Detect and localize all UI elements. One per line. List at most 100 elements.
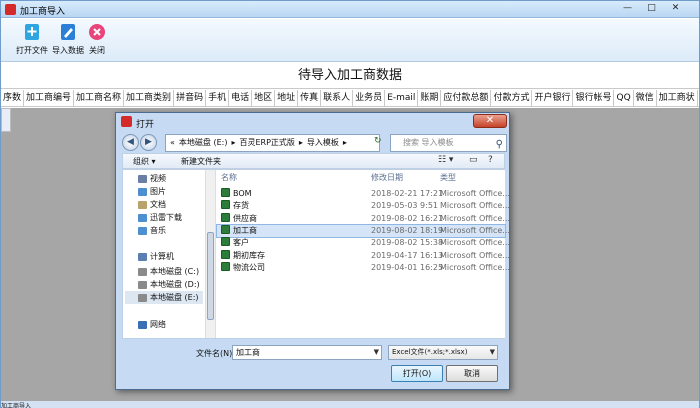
column-header[interactable]: 手机 — [206, 90, 230, 106]
file-row[interactable]: 物流公司 2019-04-01 16:25 Microsoft Office... — [217, 261, 510, 274]
column-header[interactable]: 银行帐号 — [573, 90, 615, 106]
file-row[interactable]: 客户 2019-08-02 15:38 Microsoft Office... — [217, 237, 510, 249]
minimize-button[interactable]: — — [621, 2, 634, 15]
column-header[interactable]: 账期 — [418, 90, 442, 106]
column-header-row: 序数 加工商编号 加工商名称 加工商类别 拼音码 手机 电话 地区 地址 传真 联系人 业务员 E-ma… — [1, 90, 699, 107]
column-header[interactable]: 加工商编号 — [24, 90, 75, 106]
file-row[interactable]: 存货 2019-05-03 9:51 Microsoft Office... — [217, 200, 510, 212]
type-column-header[interactable]: 类型 — [440, 172, 456, 183]
tree-item-label: 计算机 — [150, 252, 174, 261]
tree-item[interactable]: 视频 — [138, 172, 166, 185]
column-header[interactable]: QQ — [614, 90, 634, 106]
music-folder-icon — [138, 226, 147, 235]
column-header[interactable]: 传真 — [298, 90, 322, 106]
column-header[interactable]: 拼音码 — [174, 90, 207, 106]
breadcrumb-item[interactable]: 百灵ERP正式版 — [239, 138, 294, 147]
file-name-cell: 加工商 — [221, 224, 257, 237]
file-row[interactable]: BOM 2018-02-21 17:21 Microsoft Office... — [217, 188, 510, 200]
tree-item[interactable]: 图片 — [138, 185, 166, 198]
open-file-button[interactable]: 打开文件 — [12, 23, 52, 61]
tree-item[interactable]: 文档 — [138, 198, 166, 211]
excel-file-icon — [221, 261, 230, 271]
column-header[interactable]: 加工商类别 — [124, 90, 175, 106]
search-icon[interactable]: ⚲ — [496, 137, 503, 153]
column-header[interactable]: 序数 — [1, 90, 25, 106]
file-list: 名称 修改日期 类型 BOM 2018-02-21 17:21 Microsoft … — [216, 170, 510, 338]
column-header[interactable]: 地区 — [252, 90, 276, 106]
file-name-cell: 客户 — [221, 237, 249, 249]
organize-button[interactable]: 组织 ▾ — [133, 156, 156, 167]
file-row[interactable]: 期初库存 2019-04-17 16:13 Microsoft Office... — [217, 249, 510, 262]
new-folder-button[interactable]: 新建文件夹 — [181, 156, 221, 167]
search-placeholder: 搜索 导入模板 — [403, 138, 454, 147]
date-column-header[interactable]: 修改日期 — [371, 172, 403, 183]
dialog-title-bar[interactable]: 打开 ✕ — [116, 113, 509, 131]
dialog-close-button[interactable]: ✕ — [473, 114, 507, 128]
file-row[interactable]: 加工商 2019-08-02 18:19 Microsoft Office... — [216, 223, 510, 238]
tree-item[interactable]: 迅雷下载 — [138, 211, 182, 224]
scrollbar-thumb[interactable] — [207, 232, 214, 320]
column-header[interactable]: 业务员 — [353, 90, 386, 106]
address-bar[interactable]: «本地磁盘 (E:) ▸ 百灵ERP正式版 ▸ 导入模板 ▸ — [165, 134, 380, 152]
help-icon[interactable]: ? — [488, 155, 493, 165]
breadcrumb-separator[interactable]: ▸ — [299, 138, 303, 147]
tree-item[interactable]: 计算机 — [138, 250, 174, 263]
file-name: 客户 — [233, 238, 249, 248]
column-header[interactable]: 应付款总额 — [441, 90, 492, 106]
cancel-button[interactable]: 取消 — [446, 365, 498, 382]
file-name: 加工商 — [233, 225, 257, 235]
column-header[interactable]: 付款方式 — [491, 90, 533, 106]
tree-item[interactable]: 本地磁盘 (D:) — [138, 278, 200, 291]
tree-item-label: 本地磁盘 (D:) — [150, 280, 200, 289]
file-name-cell: 供应商 — [221, 212, 257, 225]
column-header[interactable]: E-mail — [385, 90, 419, 106]
column-header[interactable]: 加工商状 — [657, 90, 698, 106]
excel-file-icon — [221, 212, 230, 222]
filename-input[interactable]: 加工商 ▼ — [232, 345, 382, 360]
column-header[interactable]: 开户银行 — [532, 90, 574, 106]
tree-item[interactable]: 本地磁盘 (E:) — [125, 291, 203, 304]
search-input[interactable]: 搜索 导入模板 ⚲ — [390, 134, 507, 152]
excel-file-icon — [221, 188, 230, 197]
chevron-down-icon[interactable]: ▼ — [374, 346, 379, 359]
column-header[interactable]: 微信 — [634, 90, 657, 106]
column-header[interactable]: 电话 — [229, 90, 253, 106]
breadcrumb-separator[interactable]: « — [170, 138, 175, 147]
row-header[interactable] — [1, 108, 11, 132]
title-bar[interactable]: 加工商导入 — □ ✕ — [1, 1, 699, 18]
preview-pane-icon[interactable]: ▭ — [469, 155, 478, 165]
refresh-icon[interactable]: ↻ — [374, 136, 386, 148]
breadcrumb-item[interactable]: 本地磁盘 (E:) — [179, 138, 228, 147]
file-date: 2019-08-02 18:19 — [371, 225, 444, 235]
column-header[interactable]: 联系人 — [321, 90, 354, 106]
tree-item[interactable]: 本地磁盘 (C:) — [138, 265, 199, 278]
maximize-button[interactable]: □ — [645, 2, 658, 15]
tree-scrollbar[interactable] — [205, 170, 215, 338]
column-header[interactable]: 地址 — [275, 90, 299, 106]
breadcrumb-item[interactable]: 导入模板 — [307, 138, 339, 147]
filename-value: 加工商 — [236, 348, 260, 357]
file-row[interactable]: 供应商 2019-08-02 16:21 Microsoft Office... — [217, 212, 510, 225]
status-bar: 加工商导入 — [1, 401, 699, 408]
forward-button[interactable]: ▶ — [140, 134, 157, 151]
excel-file-icon — [221, 224, 230, 234]
file-date: 2018-02-21 17:21 — [371, 189, 444, 198]
back-button[interactable]: ◀ — [122, 134, 139, 151]
file-date: 2019-05-03 9:51 — [371, 201, 438, 211]
breadcrumb-separator[interactable]: ▸ — [231, 138, 235, 147]
file-type: Microsoft Office... — [440, 213, 510, 223]
open-button[interactable]: 打开(O) — [391, 365, 443, 382]
browser-panel: 视频 图片 文档 迅雷下载 音乐计算机本地磁盘 (C:) 本地磁盘 (D:) 本地磁盘 (E… — [122, 169, 510, 339]
file-type: Microsoft Office... — [440, 201, 510, 211]
chevron-down-icon[interactable]: ▼ — [490, 346, 495, 359]
close-tool-button[interactable]: 关闭 — [77, 23, 117, 61]
tree-item[interactable]: 网络 — [138, 318, 166, 331]
filetype-select[interactable]: Excel文件(*.xls;*.xlsx) ▼ — [388, 345, 498, 360]
breadcrumb-separator[interactable]: ▸ — [343, 138, 347, 147]
column-header[interactable]: 加工商名称 — [74, 90, 125, 106]
close-button[interactable]: ✕ — [669, 2, 682, 15]
tree-item[interactable]: 音乐 — [138, 224, 166, 237]
view-options-icon[interactable]: ☷ ▾ — [438, 155, 453, 165]
page-title: 待导入加工商数据 — [1, 63, 699, 89]
name-column-header[interactable]: 名称 — [221, 172, 237, 183]
